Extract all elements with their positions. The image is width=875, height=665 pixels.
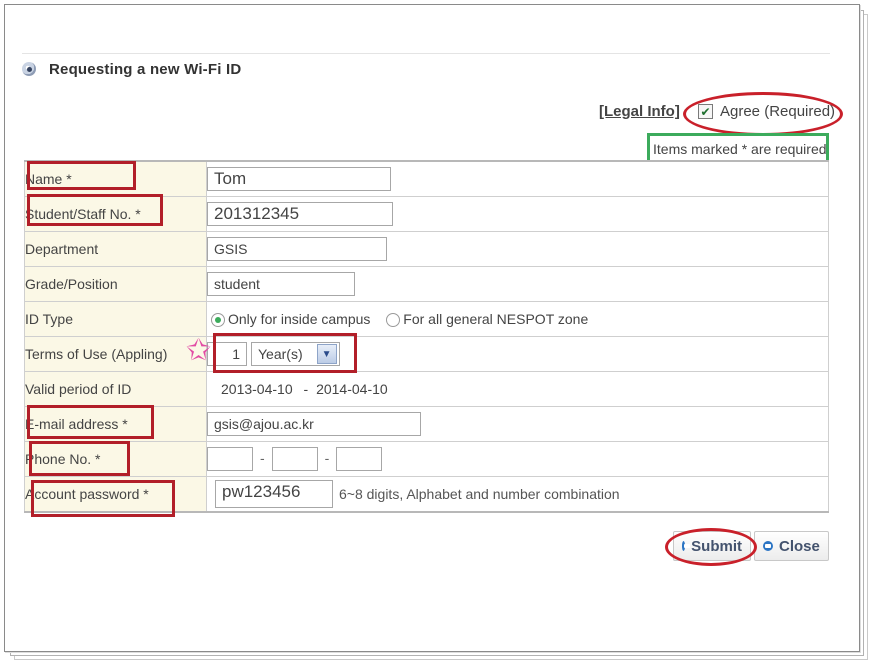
- close-icon: [763, 541, 773, 551]
- id-type-option-campus-label: Only for inside campus: [228, 310, 371, 327]
- id-type-option-nespot[interactable]: For all general NESPOT zone: [386, 310, 589, 328]
- student-no-highlight-box: [27, 194, 163, 226]
- phone-part-1-input[interactable]: [207, 447, 253, 471]
- name-highlight-box: [27, 161, 136, 190]
- id-type-option-campus[interactable]: Only for inside campus: [211, 310, 374, 328]
- row-valid-period: Valid period of ID 2013-04-10 - 2014-04-…: [24, 371, 829, 407]
- id-type-label: ID Type: [24, 301, 207, 337]
- top-divider: [22, 53, 830, 54]
- agree-highlight-oval: [683, 92, 843, 136]
- password-hint: 6~8 digits, Alphabet and number combinat…: [339, 486, 620, 502]
- email-input[interactable]: gsis@ajou.ac.kr: [207, 412, 421, 436]
- row-name: Name * Tom: [24, 160, 829, 197]
- valid-period-label: Valid period of ID: [24, 371, 207, 407]
- phone-part-3-input[interactable]: [336, 447, 383, 471]
- row-phone: Phone No. * --: [24, 441, 829, 477]
- grade-label: Grade/Position: [24, 266, 207, 302]
- id-type-option-nespot-label: For all general NESPOT zone: [403, 310, 589, 327]
- page-title: Requesting a new Wi-Fi ID: [49, 60, 242, 78]
- row-id-type: ID Type Only for inside campus For all g…: [24, 301, 829, 337]
- radio-unselected-icon[interactable]: [386, 313, 401, 328]
- phone-separator: -: [324, 449, 330, 466]
- row-grade: Grade/Position student: [24, 266, 829, 302]
- radio-selected-icon[interactable]: [211, 313, 225, 328]
- terms-label: Terms of Use (Appling): [24, 336, 207, 372]
- department-input[interactable]: GSIS: [207, 237, 387, 261]
- star-annotation-icon: ✩: [186, 334, 212, 367]
- phone-highlight-box: [29, 441, 130, 476]
- email-highlight-box: [27, 405, 154, 439]
- close-label: Close: [779, 537, 820, 555]
- grade-input[interactable]: student: [207, 272, 355, 296]
- valid-period-separator: -: [303, 381, 309, 397]
- phone-separator: -: [260, 449, 265, 466]
- section-header: Requesting a new Wi-Fi ID: [22, 58, 241, 80]
- close-button[interactable]: Close: [754, 531, 829, 561]
- valid-period-end: 2014-04-10: [316, 381, 388, 397]
- required-note: Items marked * are required: [653, 141, 826, 157]
- bullet-icon: [22, 62, 36, 76]
- name-input[interactable]: Tom: [207, 167, 391, 191]
- valid-period-start: 2013-04-10: [221, 381, 293, 397]
- student-no-input[interactable]: 201312345: [207, 202, 393, 226]
- department-label: Department: [24, 231, 207, 267]
- password-highlight-box: [31, 480, 175, 517]
- row-terms: Terms of Use (Appling) 1 Year(s) ▼: [24, 336, 829, 372]
- legal-info-link[interactable]: [Legal Info]: [599, 103, 680, 120]
- row-department: Department GSIS: [24, 231, 829, 267]
- password-input[interactable]: pw123456: [215, 480, 333, 508]
- terms-highlight-box: [213, 333, 357, 373]
- phone-part-2-input[interactable]: [271, 447, 318, 471]
- submit-highlight-oval: [665, 528, 757, 566]
